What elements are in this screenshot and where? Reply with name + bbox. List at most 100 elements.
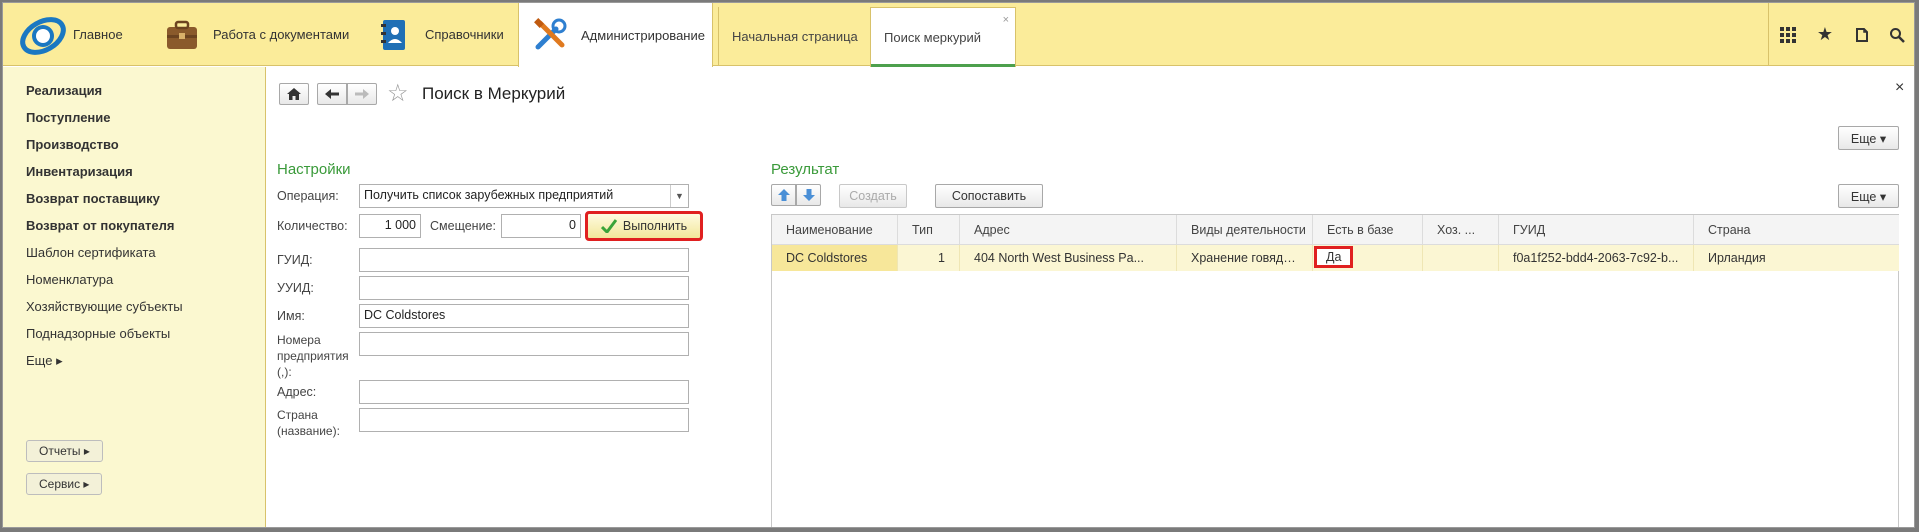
history-icon[interactable] (1845, 3, 1879, 66)
section-admin-label: Администрирование (581, 27, 705, 43)
sidebar-item-return-to-supplier[interactable]: Возврат поставщику (26, 191, 160, 206)
enterprise-numbers-label-line3: (,): (277, 365, 292, 379)
section-catalogs-label: Справочники (425, 27, 504, 42)
section-admin[interactable]: Администрирование (518, 3, 713, 67)
sidebar-item-return-from-customer[interactable]: Возврат от покупателя (26, 218, 174, 233)
move-up-button[interactable] (771, 184, 796, 206)
match-button[interactable]: Сопоставить (935, 184, 1043, 208)
section-catalogs[interactable]: Справочники (375, 3, 504, 66)
operation-select[interactable]: Получить список зарубежных предприятий ▼ (359, 184, 689, 208)
top-bar: Главное Работа с документами Справочники… (3, 3, 1914, 67)
execute-label: Выполнить (622, 219, 688, 233)
country-label: Страна (название): (277, 407, 340, 439)
execute-button[interactable]: Выполнить (585, 211, 703, 241)
uuid-field[interactable] (359, 276, 689, 300)
sidebar-item-receipts[interactable]: Поступление (26, 110, 111, 125)
sidebar-item-sales[interactable]: Реализация (26, 83, 102, 98)
guid-label: ГУИД: (277, 253, 313, 267)
name-label: Имя: (277, 309, 305, 323)
sidebar-item-business-entities[interactable]: Хозяйствующие субъекты (26, 299, 183, 314)
column-header-guid[interactable]: ГУИД (1499, 215, 1694, 245)
sidebar: Реализация Поступление Производство Инве… (3, 67, 266, 527)
forward-button[interactable] (347, 83, 377, 105)
cell-address[interactable]: 404 North West Business Pa... (960, 245, 1177, 271)
tab-mercury-search-label: Поиск меркурий (884, 30, 981, 45)
country-label-line1: Страна (277, 408, 318, 422)
section-main-label: Главное (73, 27, 123, 42)
arrow-up-icon (777, 189, 790, 201)
tab-mercury-search[interactable]: Поиск меркурий × (870, 7, 1016, 67)
section-documents[interactable]: Работа с документами (163, 3, 349, 66)
address-field[interactable] (359, 380, 689, 404)
section-documents-label: Работа с документами (213, 27, 350, 42)
arrow-left-icon (325, 89, 339, 99)
cell-name[interactable]: DC Coldstores (772, 245, 898, 271)
tab-close-icon[interactable]: × (1003, 14, 1009, 26)
home-button[interactable] (279, 83, 309, 105)
tab-home-page[interactable]: Начальная страница (718, 7, 871, 66)
cell-country[interactable]: Ирландия (1694, 245, 1899, 271)
service-button[interactable]: Сервис ▸ (26, 473, 103, 495)
enterprise-numbers-label-line2: предприятия (277, 349, 349, 363)
uuid-label: УУИД: (277, 281, 314, 295)
count-field[interactable]: 1 000 (359, 214, 421, 238)
column-header-type[interactable]: Тип (898, 215, 960, 245)
favorite-star-icon[interactable]: ☆ (387, 79, 409, 108)
sidebar-item-more[interactable]: Еще ▸ (26, 353, 63, 369)
sidebar-item-certificate-template[interactable]: Шаблон сертификата (26, 245, 156, 260)
cell-business[interactable] (1423, 245, 1499, 271)
arrow-down-icon (802, 189, 815, 201)
sidebar-item-inventory[interactable]: Инвентаризация (26, 164, 133, 179)
create-button[interactable]: Создать (839, 184, 907, 208)
column-header-activities[interactable]: Виды деятельности (1177, 215, 1313, 245)
section-main[interactable]: Главное (73, 3, 123, 66)
column-header-address[interactable]: Адрес (960, 215, 1177, 245)
count-label: Количество: (277, 219, 348, 233)
sidebar-item-production[interactable]: Производство (26, 137, 119, 152)
address-label: Адрес: (277, 385, 317, 399)
home-icon (287, 88, 301, 100)
enterprise-numbers-label: Номера предприятия (,): (277, 332, 349, 380)
address-book-icon (375, 16, 413, 54)
search-icon[interactable] (1880, 3, 1914, 66)
column-header-business[interactable]: Хоз. ... (1423, 215, 1499, 245)
guid-field[interactable] (359, 248, 689, 272)
form-more-button[interactable]: Еще ▾ (1838, 126, 1899, 150)
sidebar-item-nomenclature[interactable]: Номенклатура (26, 272, 113, 287)
offset-field[interactable]: 0 (501, 214, 581, 238)
cell-activities[interactable]: Хранение говядины... (1177, 245, 1313, 271)
tools-icon (531, 16, 569, 54)
arrow-right-icon (355, 89, 369, 99)
column-header-name[interactable]: Наименование (772, 215, 898, 245)
result-more-button[interactable]: Еще ▾ (1838, 184, 1899, 208)
move-down-button[interactable] (796, 184, 821, 206)
reports-button[interactable]: Отчеты ▸ (26, 440, 103, 462)
app-logo-icon[interactable] (17, 10, 69, 62)
close-form-icon[interactable]: × (1895, 79, 1904, 97)
sidebar-item-supervised-objects[interactable]: Поднадзорные объекты (26, 326, 170, 341)
back-button[interactable] (317, 83, 347, 105)
offset-label: Смещение: (430, 219, 496, 233)
star-icon[interactable]: ★ (1808, 3, 1842, 66)
chevron-down-icon[interactable]: ▼ (670, 185, 688, 207)
cell-type[interactable]: 1 (898, 245, 960, 271)
country-label-line2: (название): (277, 424, 340, 438)
main-form: ☆ Поиск в Меркурий × Еще ▾ Настройки Опе… (267, 67, 1914, 527)
enterprise-numbers-field[interactable] (359, 332, 689, 356)
operation-label: Операция: (277, 189, 339, 203)
cell-in-base[interactable]: Да (1313, 245, 1423, 271)
checkmark-icon (600, 219, 617, 233)
country-field[interactable] (359, 408, 689, 432)
enterprise-numbers-label-line1: Номера (277, 333, 321, 347)
column-header-in-base[interactable]: Есть в базе (1313, 215, 1423, 245)
app-window: Главное Работа с документами Справочники… (2, 2, 1915, 528)
briefcase-icon (163, 16, 201, 54)
name-field[interactable]: DC Coldstores (359, 304, 689, 328)
result-heading: Результат (771, 161, 840, 178)
cell-guid[interactable]: f0a1f252-bdd4-2063-7c92-b... (1499, 245, 1694, 271)
result-table: Наименование Тип Адрес Виды деятельности… (771, 214, 1899, 527)
column-header-country[interactable]: Страна (1694, 215, 1899, 245)
apps-icon[interactable] (1771, 3, 1805, 66)
in-base-value: Да (1313, 246, 1354, 268)
page-title: Поиск в Меркурий (422, 84, 566, 103)
